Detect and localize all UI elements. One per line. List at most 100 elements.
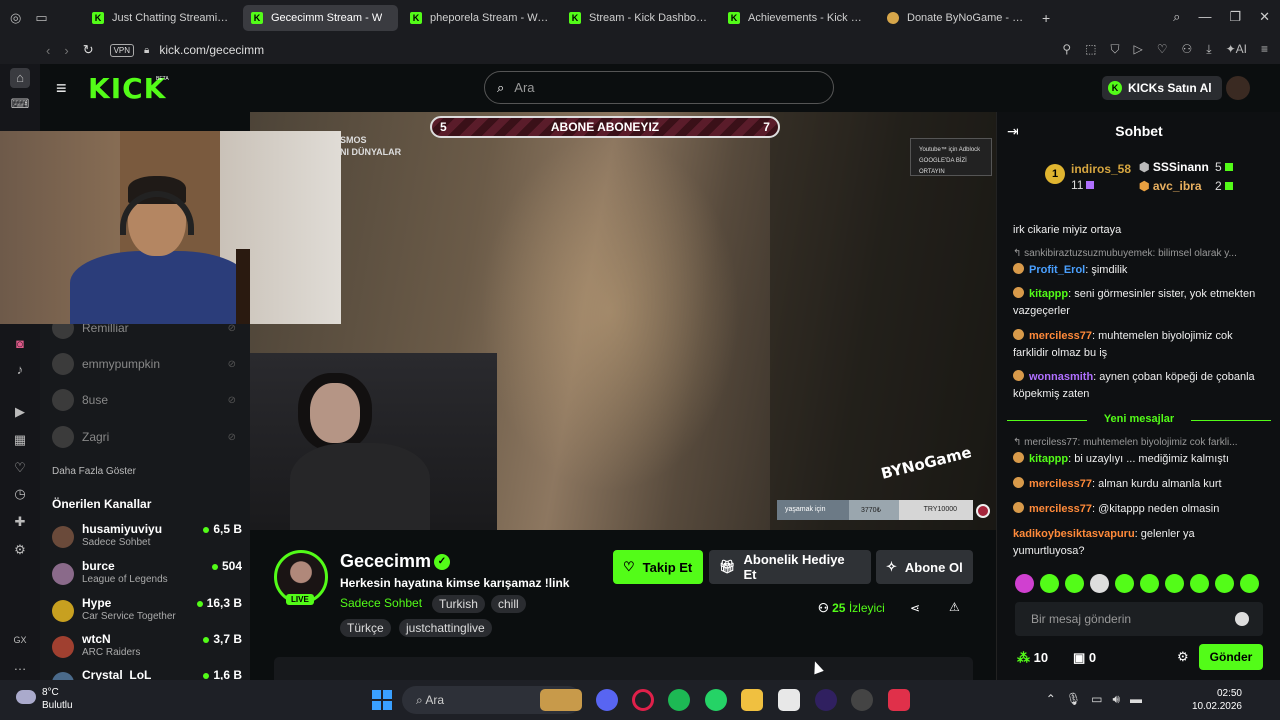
- hamburger-menu-icon[interactable]: ≡: [56, 78, 67, 99]
- browser-tab[interactable]: K Achievements - Kick Dash: [720, 5, 875, 31]
- user-avatar[interactable]: [1226, 76, 1250, 100]
- category-link[interactable]: Sadece Sohbet: [340, 596, 422, 610]
- chat-username[interactable]: merciless77: [1029, 478, 1092, 490]
- followed-channel[interactable]: 8use ⊘: [52, 389, 242, 411]
- spotify-icon[interactable]: [668, 689, 690, 711]
- recommended-channel[interactable]: husamiyuviyu Sadece Sohbet 6,5 B: [52, 522, 242, 552]
- bookmarks-icon[interactable]: ♡: [10, 458, 30, 478]
- back-icon[interactable]: ‹: [46, 43, 50, 58]
- home-icon[interactable]: ⌂: [10, 68, 30, 88]
- whatsapp-icon[interactable]: [705, 689, 727, 711]
- settings-icon[interactable]: ⚙: [10, 540, 30, 560]
- chat-username[interactable]: merciless77: [1029, 503, 1092, 515]
- forward-icon[interactable]: ›: [64, 43, 68, 58]
- gx-icon[interactable]: GX: [10, 630, 30, 650]
- heart-icon[interactable]: ♡: [1157, 42, 1168, 57]
- start-icon[interactable]: [372, 690, 392, 710]
- browser-tab[interactable]: K Stream - Kick Dashboard: [561, 5, 716, 31]
- opera-logo-icon[interactable]: ◎: [10, 10, 21, 26]
- discord-icon[interactable]: [596, 689, 618, 711]
- new-messages-divider[interactable]: Yeni mesajlar: [1007, 413, 1271, 425]
- history-icon[interactable]: ◷: [10, 484, 30, 504]
- tiktok-icon[interactable]: ♪: [10, 360, 30, 380]
- subscribe-button[interactable]: ✧ Abone Ol: [876, 550, 973, 584]
- channel-points[interactable]: ⁂ 10: [1017, 650, 1048, 666]
- tag[interactable]: Türkçe: [340, 619, 391, 637]
- app-icon[interactable]: [888, 689, 910, 711]
- minimize-icon[interactable]: —: [1198, 9, 1211, 25]
- recommended-channel[interactable]: burce League of Legends 504: [52, 559, 242, 589]
- tag[interactable]: Turkish: [432, 595, 485, 613]
- leaderboard-name[interactable]: indiros_58: [1071, 162, 1131, 176]
- followed-channel[interactable]: emmypumpkin ⊘: [52, 353, 242, 375]
- url-field[interactable]: kick.com/gececimm: [159, 43, 264, 57]
- gaming-icon[interactable]: ⌨: [10, 94, 30, 114]
- chat-username[interactable]: kitappp: [1029, 453, 1068, 465]
- browser-tab[interactable]: Kpheporela Stream - Watch: [402, 5, 557, 31]
- close-icon[interactable]: ✕: [1259, 9, 1270, 25]
- emote-icon[interactable]: [1065, 574, 1084, 593]
- follow-button[interactable]: ♡ Takip Et: [613, 550, 703, 584]
- emote-icon[interactable]: [1140, 574, 1159, 593]
- tabs-icon[interactable]: ▭: [35, 10, 47, 26]
- download-icon[interactable]: ⤓: [1206, 42, 1211, 57]
- file-explorer-icon[interactable]: [741, 689, 763, 711]
- chat-settings-icon[interactable]: ⚙: [1177, 649, 1189, 665]
- emoji-icon[interactable]: [1235, 612, 1249, 626]
- weather-widget[interactable]: 8°C Bulutlu: [16, 686, 73, 712]
- emote-icon[interactable]: [1115, 574, 1134, 593]
- reload-icon[interactable]: ↻: [83, 42, 94, 58]
- vpn-badge[interactable]: VPN: [109, 43, 135, 57]
- play-icon[interactable]: ▷: [1134, 42, 1143, 57]
- extensions-icon[interactable]: ✚: [10, 512, 30, 532]
- streamer-name[interactable]: Gececimm: [340, 551, 431, 572]
- obs-icon[interactable]: [815, 689, 837, 711]
- chevron-up-icon[interactable]: ⌃: [1046, 692, 1056, 707]
- maximize-icon[interactable]: ❐: [1229, 9, 1241, 25]
- leaderboard-name[interactable]: ⬢ SSSinann: [1139, 160, 1209, 174]
- emote-icon[interactable]: [1090, 574, 1109, 593]
- new-tab-icon[interactable]: +: [1042, 10, 1050, 26]
- snapshot-icon[interactable]: ⬚: [1085, 42, 1096, 57]
- clock[interactable]: 02:50 10.02.2026: [1192, 687, 1242, 713]
- tag[interactable]: justchattinglive: [399, 619, 492, 637]
- report-icon[interactable]: ⚠: [949, 600, 960, 614]
- recommended-channel[interactable]: Hype Car Service Together 16,3 B: [52, 596, 242, 626]
- volume-icon[interactable]: 🔊︎: [1112, 692, 1120, 707]
- chat-username[interactable]: kadikoybesiktasvapuru: [1013, 528, 1135, 540]
- browser-tab[interactable]: Donate ByNoGame - Gele: [879, 5, 1034, 31]
- emote-icon[interactable]: [1215, 574, 1234, 593]
- search-tabs-icon[interactable]: ⌕: [1173, 9, 1180, 25]
- chat-username[interactable]: wonnasmith: [1029, 371, 1093, 383]
- instagram-icon[interactable]: ◙: [10, 334, 30, 354]
- emote-icon[interactable]: [1015, 574, 1034, 593]
- chat-username[interactable]: Profit_Erol: [1029, 264, 1085, 276]
- emote-icon[interactable]: [1240, 574, 1259, 593]
- send-button[interactable]: Gönder: [1199, 644, 1263, 670]
- news-widget-icon[interactable]: [540, 689, 582, 711]
- apps-icon[interactable]: ▦: [10, 430, 30, 450]
- menu-icon[interactable]: ≡: [1261, 42, 1268, 57]
- share-icon[interactable]: ⋖: [910, 601, 920, 615]
- recommended-channel[interactable]: wtcN ARC Raiders 3,7 B: [52, 632, 242, 662]
- kick-logo[interactable]: KICK: [88, 72, 166, 105]
- search-input[interactable]: ⌕ Ara: [484, 71, 834, 104]
- steam-icon[interactable]: [851, 689, 873, 711]
- player-icon[interactable]: ▶: [10, 402, 30, 422]
- video-player[interactable]: SMOS NI DÜNYALAR 5 ABONE ABONEYIZ 7 Yout…: [250, 112, 996, 530]
- emote-icon[interactable]: [1040, 574, 1059, 593]
- show-more-link[interactable]: Daha Fazla Göster: [52, 466, 136, 477]
- tag[interactable]: chill: [491, 595, 526, 613]
- microphone-icon[interactable]: 🎙︎: [1066, 692, 1081, 707]
- buy-kicks-button[interactable]: K KICKs Satın Al: [1102, 76, 1222, 100]
- leaderboard-name[interactable]: ⬢ avc_ibra: [1139, 179, 1202, 193]
- battery-icon[interactable]: ▬: [1130, 692, 1142, 707]
- opera-icon[interactable]: [632, 689, 654, 711]
- chat-username[interactable]: kitappp: [1029, 288, 1068, 300]
- chat-input[interactable]: Bir mesaj gönderin: [1015, 602, 1263, 636]
- pin-icon[interactable]: ⚲: [1062, 42, 1071, 57]
- ai-button[interactable]: ✦AI: [1226, 42, 1247, 57]
- shield-icon[interactable]: ⛉: [1110, 42, 1119, 57]
- emote-icon[interactable]: [1190, 574, 1209, 593]
- more-icon[interactable]: …: [10, 656, 30, 676]
